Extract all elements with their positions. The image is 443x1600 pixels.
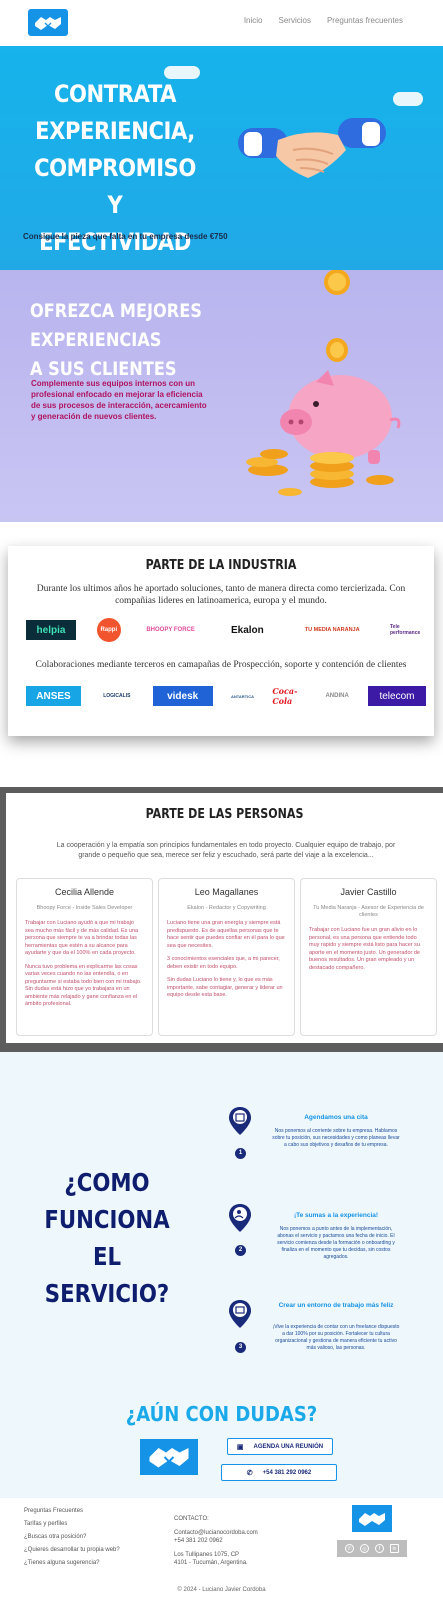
cloud-icon — [164, 66, 200, 79]
contact-email[interactable]: Contacto@lucianocordoba.com — [174, 1529, 258, 1537]
main-nav: Inicio Servicios Preguntas frecuentes — [244, 16, 403, 25]
andina-logo: ANDINA — [325, 693, 349, 699]
brand-logo-large — [140, 1439, 198, 1475]
handshake-logo-icon — [35, 16, 61, 30]
partner-logos-row: ANSES LOGICALIS videsk ANTARTICA Coca-Co… — [26, 686, 426, 706]
testimonial-text: Luciano tiene una gran energía y siempre… — [167, 920, 285, 949]
linkedin-icon[interactable]: in — [390, 1544, 399, 1553]
testimonial-role: Ekalon - Redactor y Copywriting — [187, 905, 266, 911]
logicalis-logo: LOGICALIS — [103, 693, 131, 699]
footer-link[interactable]: ¿Quieres desarrollar tu propia web? — [24, 1547, 120, 1553]
calendar-pin-icon — [229, 1107, 251, 1135]
client-logos-row: helpia Rappi BHOOPY FORCE Ekalon TU MEDI… — [26, 618, 426, 642]
handshake-illustration — [238, 118, 386, 178]
calendar-icon: ▣ — [236, 1443, 244, 1451]
experiences-text: Complemente sus equipos internos con un … — [31, 379, 207, 421]
step-text: ¡Vive la experiencia de contar con un fr… — [272, 1324, 400, 1351]
collab-text: Colaboraciones mediante terceros en cama… — [35, 660, 407, 670]
footer-link[interactable]: Preguntas Frecuentes — [24, 1508, 120, 1514]
doubts-title: ¿AÚN CON DUDAS? — [125, 1402, 318, 1426]
testimonial-name: Javier Castillo — [340, 887, 397, 897]
instagram-icon[interactable]: ◎ — [360, 1544, 369, 1553]
industry-title: PARTE DE LA INDUSTRIA — [145, 558, 297, 573]
teleperformance-logo: Tele performance — [389, 624, 421, 636]
industry-card: PARTE DE LA INDUSTRIA Durante los ultimo… — [8, 546, 434, 736]
hero-section: CONTRATA EXPERIENCIA, COMPROMISO Y EFECT… — [0, 46, 443, 270]
add-user-pin-icon — [229, 1204, 251, 1232]
page: Inicio Servicios Preguntas frecuentes CO… — [0, 0, 443, 1600]
image-pin-icon — [229, 1300, 251, 1328]
step-number: 2 — [235, 1245, 246, 1256]
anses-logo: ANSES — [26, 686, 81, 706]
facebook-icon[interactable]: f — [375, 1544, 384, 1553]
antartica-logo: ANTARTICA — [230, 693, 254, 699]
nav-servicios[interactable]: Servicios — [279, 16, 311, 25]
ekalon-logo: Ekalon — [230, 624, 264, 636]
handshake-logo-icon — [359, 1512, 385, 1526]
schedule-meeting-button[interactable]: ▣ AGENDA UNA REUNIÓN — [227, 1438, 333, 1455]
copyright: © 2024 - Luciano Javier Cordoba — [177, 1587, 266, 1593]
step-title: ¡Te sumas a la experiencia! — [293, 1212, 379, 1219]
contact-phone[interactable]: +54 381 202 0962 — [174, 1537, 258, 1545]
step-title: Crear un entorno de trabajo más feliz — [278, 1302, 394, 1309]
people-title: PARTE DE LAS PERSONAS — [145, 807, 304, 822]
step-text: Nos ponemos al corriente sobre tu empres… — [272, 1128, 400, 1148]
people-section: PARTE DE LAS PERSONAS La cooperación y l… — [6, 793, 443, 1043]
testimonial-card: Cecilia Allende Bhoopy Force - Inside Sa… — [16, 878, 153, 1036]
step-number: 1 — [235, 1148, 246, 1159]
helpia-logo: helpia — [26, 620, 76, 640]
bhoopy-force-logo: BHOOPY FORCE — [146, 627, 195, 633]
telecom-logo: telecom — [367, 686, 426, 706]
phone-icon: ✆ — [246, 1469, 253, 1477]
step-number: 3 — [235, 1342, 246, 1353]
testimonial-name: Cecilia Allende — [54, 887, 115, 897]
testimonial-name: Leo Magallanes — [194, 887, 259, 897]
step-title: Agendamos una cita — [304, 1114, 368, 1121]
whatsapp-icon[interactable]: ✆ — [345, 1544, 354, 1553]
experiences-section: OFREZCA MEJORES EXPERIENCIAS A SUS CLIEN… — [0, 270, 443, 522]
site-footer: Preguntas Frecuentes Tarifas y perfiles … — [0, 1498, 443, 1600]
testimonial-text: Sin dudas Luciano lo tiene y, lo que es … — [167, 977, 283, 998]
experiences-title: OFREZCA MEJORES EXPERIENCIAS A SUS CLIEN… — [30, 300, 202, 380]
handshake-logo-icon — [149, 1448, 189, 1468]
testimonial-text: Trabajar con Luciano fue un gran alivio … — [309, 927, 420, 971]
phone-button[interactable]: ✆ +54 381 292 0962 — [221, 1464, 337, 1481]
footer-link[interactable]: Tarifas y perfiles — [24, 1521, 120, 1527]
nav-inicio[interactable]: Inicio — [244, 16, 263, 25]
rappi-logo: Rappi — [96, 618, 121, 642]
brand-logo[interactable] — [28, 9, 68, 36]
tu-media-naranja-logo: TU MEDIA NARANJA — [304, 627, 360, 633]
how-title: ¿COMO FUNCIONA EL SERVICIO? — [44, 1168, 170, 1308]
site-header: Inicio Servicios Preguntas frecuentes — [0, 0, 443, 46]
testimonial-text: Trabajar con Luciano ayudó a que mi trab… — [25, 920, 139, 956]
testimonial-role: Bhoopy Force - Inside Sales Developer — [36, 905, 133, 911]
step-text: Nos ponemos a punto antes de la implemen… — [277, 1226, 395, 1260]
people-intro: La cooperación y la empatía son principi… — [56, 842, 396, 859]
industry-text: Durante los ultimos años he aportado sol… — [36, 584, 406, 606]
coca-cola-logo: Coca-Cola — [272, 686, 298, 706]
footer-contact: CONTACTO: Contacto@lucianocordoba.com +5… — [174, 1516, 258, 1566]
testimonial-text: 3 conocimientos esenciales que, a mi par… — [167, 956, 280, 970]
testimonial-role: Tu Media Naranja - Asesor de Experiencia… — [313, 905, 424, 918]
cloud-icon — [393, 92, 423, 106]
nav-preguntas-frecuentes[interactable]: Preguntas frecuentes — [327, 16, 403, 25]
testimonial-text: Nunca tuvo problema en explicarme las co… — [25, 963, 142, 1008]
testimonial-card: Leo Magallanes Ekalon - Redactor y Copyw… — [158, 878, 295, 1036]
footer-links: Preguntas Frecuentes Tarifas y perfiles … — [24, 1508, 120, 1573]
videsk-logo: videsk — [152, 686, 213, 706]
piggy-bank-illustration — [246, 270, 401, 496]
hero-subtitle: Consigue la pieza que falta en tu empres… — [23, 232, 228, 241]
how-it-works-section: ¿COMO FUNCIONA EL SERVICIO? 1 Agendamos … — [0, 1052, 443, 1498]
social-links: ✆ ◎ f in — [337, 1540, 407, 1557]
testimonial-card: Javier Castillo Tu Media Naranja - Aseso… — [300, 878, 437, 1036]
footer-logo — [352, 1505, 392, 1532]
footer-link[interactable]: ¿Buscas otra posición? — [24, 1534, 120, 1540]
footer-link[interactable]: ¿Tienes alguna sugerencia? — [24, 1560, 120, 1566]
